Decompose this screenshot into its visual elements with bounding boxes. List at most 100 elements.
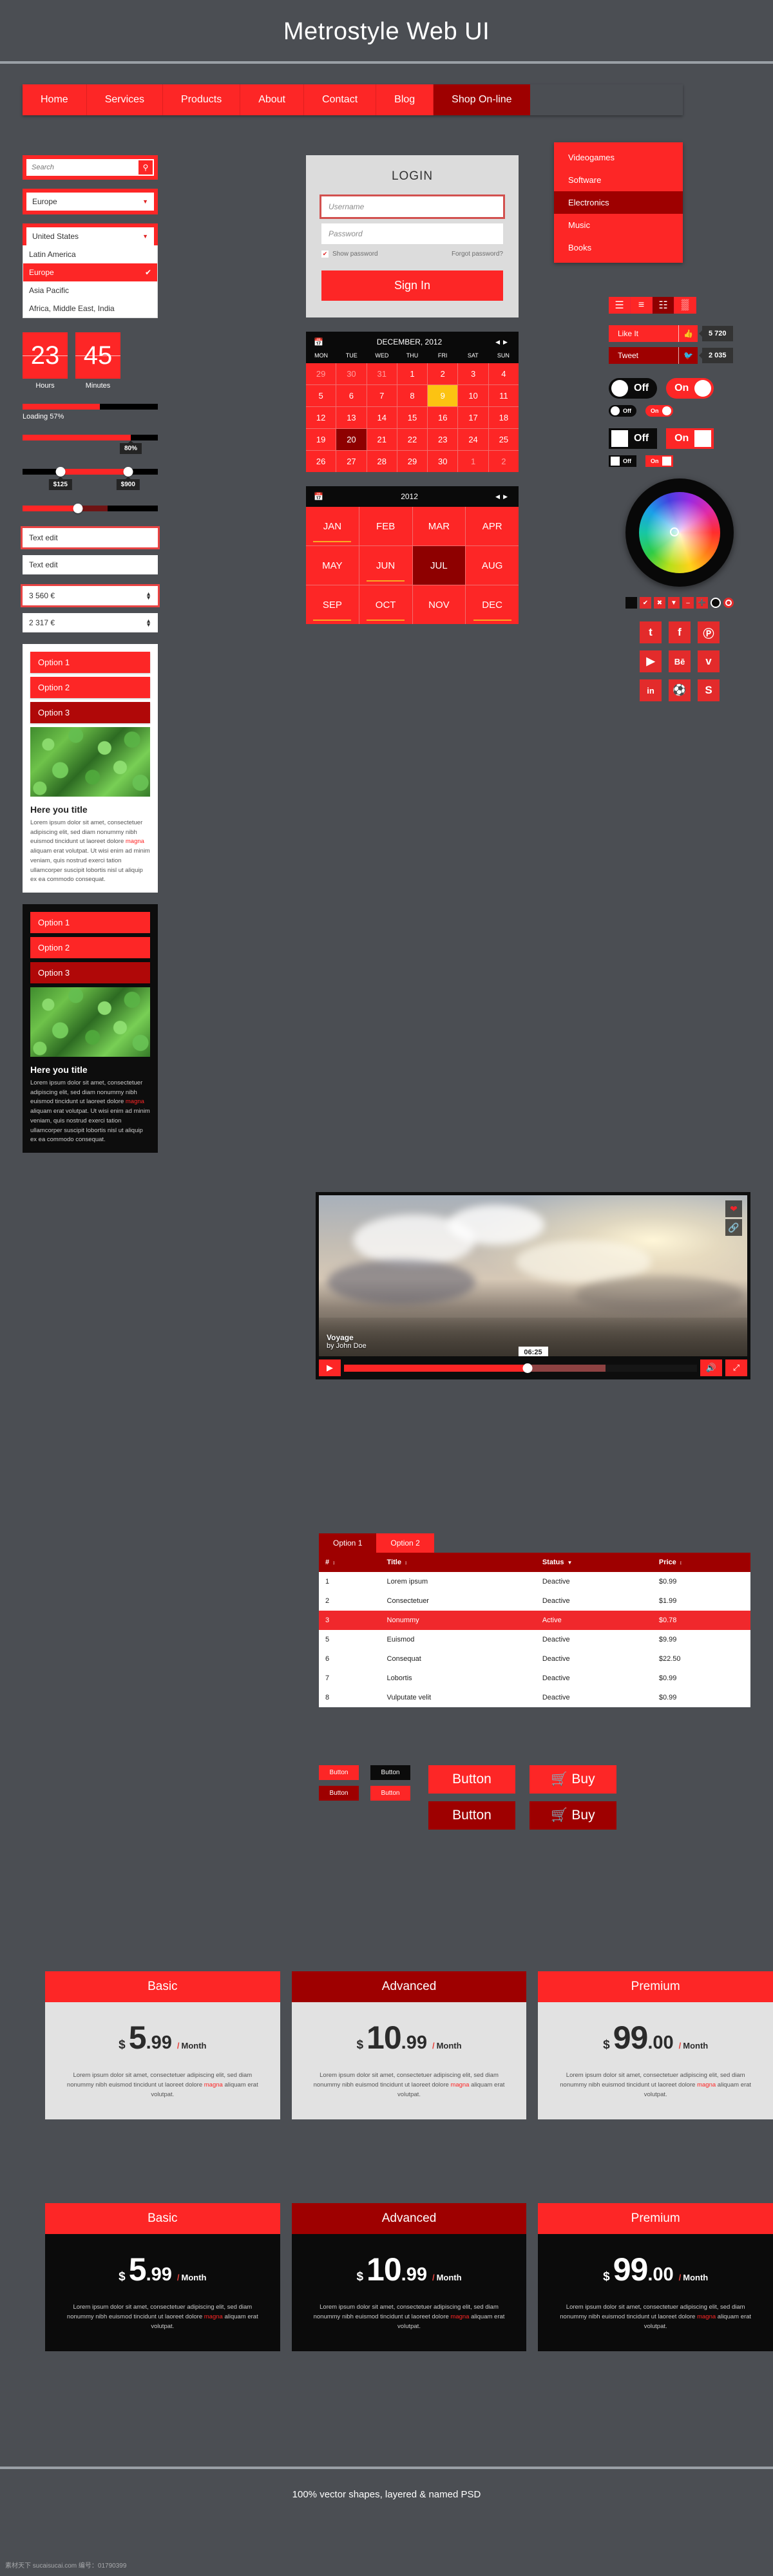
search-input[interactable] xyxy=(28,160,138,175)
calendar-day[interactable]: 25 xyxy=(488,429,519,450)
heart-icon[interactable]: ❤ xyxy=(725,1200,742,1217)
accordion-option-option-1[interactable]: Option 1 xyxy=(30,652,150,673)
calendar-day[interactable]: 16 xyxy=(428,407,458,428)
calendar-day[interactable]: 18 xyxy=(488,407,519,428)
month-cell-dec[interactable]: DEC xyxy=(466,585,519,624)
calendar-day[interactable]: 4 xyxy=(488,363,519,384)
accordion-option-option-3[interactable]: Option 3 xyxy=(30,702,150,723)
table-header-price[interactable]: Price ↕ xyxy=(652,1553,750,1572)
toggle-square-on-small[interactable]: On xyxy=(645,455,673,467)
nav-item-home[interactable]: Home xyxy=(23,84,87,115)
month-cell-feb[interactable]: FEB xyxy=(359,507,412,545)
calendar-day[interactable]: 29 xyxy=(306,363,336,384)
text-edit-input[interactable]: Text edit xyxy=(23,555,158,574)
dropdown-option-europe[interactable]: Europe ✔ xyxy=(23,263,157,281)
youtube-icon[interactable]: ▶ xyxy=(640,650,662,672)
caret-down-icon[interactable]: ▼ xyxy=(146,622,151,628)
calendar-day[interactable]: 6 xyxy=(336,385,367,406)
toggle-pill-off-small[interactable]: Off xyxy=(609,405,636,417)
accordion-option-option-2[interactable]: Option 2 xyxy=(30,677,150,698)
social-cta-label[interactable]: Like It xyxy=(609,325,678,342)
search-icon[interactable]: ⚲ xyxy=(138,160,153,175)
month-cell-mar[interactable]: MAR xyxy=(412,507,466,545)
buy-button-2[interactable]: 🛒 Buy xyxy=(530,1801,616,1830)
minus-icon[interactable]: – xyxy=(682,597,694,609)
small-button-3[interactable]: Button xyxy=(319,1786,359,1801)
calendar-day[interactable]: 30 xyxy=(428,451,458,472)
calendar-day[interactable]: 31 xyxy=(367,363,397,384)
forgot-password-link[interactable]: Forgot password? xyxy=(452,251,503,258)
toggle-square-on[interactable]: On xyxy=(666,428,714,449)
calendar-day[interactable]: 15 xyxy=(397,407,428,428)
calendar-day[interactable]: 29 xyxy=(397,451,428,472)
sort-icon[interactable]: ↕ xyxy=(405,1560,407,1566)
calendar-day[interactable]: 12 xyxy=(306,407,336,428)
dropdown-option-latin-america[interactable]: Latin America xyxy=(23,245,157,263)
calendar-day[interactable]: 10 xyxy=(458,385,488,406)
play-icon[interactable]: ▶ xyxy=(319,1359,341,1376)
detail-list-icon[interactable]: ☷ xyxy=(653,297,674,314)
sign-in-button[interactable]: Sign In xyxy=(321,270,503,301)
calendar-day[interactable]: 1 xyxy=(397,363,428,384)
month-cell-may[interactable]: MAY xyxy=(306,546,359,585)
nav-item-shop-on-line[interactable]: Shop On-line xyxy=(434,84,530,115)
close-icon[interactable]: ✖ xyxy=(654,597,665,609)
calendar-day[interactable]: 1 xyxy=(458,451,488,472)
month-cell-apr[interactable]: APR xyxy=(466,507,519,545)
calendar-nav-arrows[interactable]: ◀▶ xyxy=(495,339,511,346)
table-tab-option-2[interactable]: Option 2 xyxy=(376,1533,434,1553)
video-overlay-buttons[interactable]: ❤ 🔗 xyxy=(725,1200,742,1236)
single-slider[interactable] xyxy=(23,504,158,513)
small-button-4[interactable]: Button xyxy=(370,1786,410,1801)
calendar-day[interactable]: 3 xyxy=(458,363,488,384)
region-select[interactable]: Europe ▼ xyxy=(23,189,158,214)
main-nav[interactable]: Home Services Products About Contact Blog Shop… xyxy=(23,84,683,115)
table-row[interactable]: 2 Consectetuer Deactive $1.99 xyxy=(319,1591,750,1611)
calendar-day[interactable]: 11 xyxy=(488,385,519,406)
video-progress[interactable] xyxy=(344,1363,697,1373)
behance-icon[interactable]: Bē xyxy=(669,650,691,672)
buy-button-1[interactable]: 🛒 Buy xyxy=(530,1765,616,1794)
calendar-day[interactable]: 5 xyxy=(306,385,336,406)
number-spinner[interactable]: 3 560 € ▲ ▼ xyxy=(21,584,160,607)
toggle-pill-on[interactable]: On xyxy=(666,378,714,399)
list-lines-icon[interactable]: ☰ xyxy=(609,297,631,314)
toggle-pill-off[interactable]: Off xyxy=(609,378,658,399)
small-button-2[interactable]: Button xyxy=(370,1765,410,1780)
color-wheel[interactable] xyxy=(609,478,750,587)
view-switcher[interactable]: ☰ ≡ ☷ ▒ xyxy=(609,297,750,314)
sort-icon[interactable]: ▼ xyxy=(567,1560,572,1566)
month-cell-jul[interactable]: JUL xyxy=(412,546,466,585)
range-handle-max[interactable] xyxy=(123,467,133,477)
calendar-day[interactable]: 2 xyxy=(428,363,458,384)
month-cell-aug[interactable]: AUG xyxy=(466,546,519,585)
calendar-day[interactable]: 27 xyxy=(336,451,367,472)
calendar-day[interactable]: 19 xyxy=(306,429,336,450)
social-icon-grid[interactable]: t f Ⓟ ▶ Bē v in ⚽ S xyxy=(609,621,750,701)
nav-item-services[interactable]: Services xyxy=(86,84,164,115)
calendar-day[interactable]: 30 xyxy=(336,363,367,384)
slider-handle[interactable] xyxy=(73,504,83,513)
skype-icon[interactable]: S xyxy=(698,679,720,701)
nav-item-contact[interactable]: Contact xyxy=(304,84,377,115)
text-edit-input[interactable]: Text edit xyxy=(21,526,160,549)
calendar-day[interactable]: 26 xyxy=(306,451,336,472)
vimeo-icon[interactable]: v xyxy=(698,650,720,672)
table-tabs[interactable]: Option 1 Option 2 xyxy=(319,1533,750,1553)
calendar-day[interactable]: 7 xyxy=(367,385,397,406)
table-row[interactable]: 8 Vulputate velit Deactive $0.99 xyxy=(319,1688,750,1707)
month-cell-sep[interactable]: SEP xyxy=(306,585,359,624)
sort-icon[interactable]: ↕ xyxy=(680,1560,682,1566)
accordion-option-option-1[interactable]: Option 1 xyxy=(30,912,150,934)
table-tab-option-1[interactable]: Option 1 xyxy=(319,1533,377,1553)
accordion-option-option-2[interactable]: Option 2 xyxy=(30,937,150,959)
volume-icon[interactable]: 🔊 xyxy=(700,1359,722,1376)
large-button-2[interactable]: Button xyxy=(428,1801,515,1830)
black-swatch[interactable] xyxy=(625,597,637,609)
small-button-1[interactable]: Button xyxy=(319,1765,359,1780)
table-row[interactable]: 5 Euismod Deactive $9.99 xyxy=(319,1630,750,1649)
range-handle-min[interactable] xyxy=(55,467,66,477)
grid-icon[interactable]: ▒ xyxy=(674,297,696,314)
radio-off[interactable] xyxy=(711,598,721,608)
table-header-title[interactable]: Title ↕ xyxy=(380,1553,536,1572)
